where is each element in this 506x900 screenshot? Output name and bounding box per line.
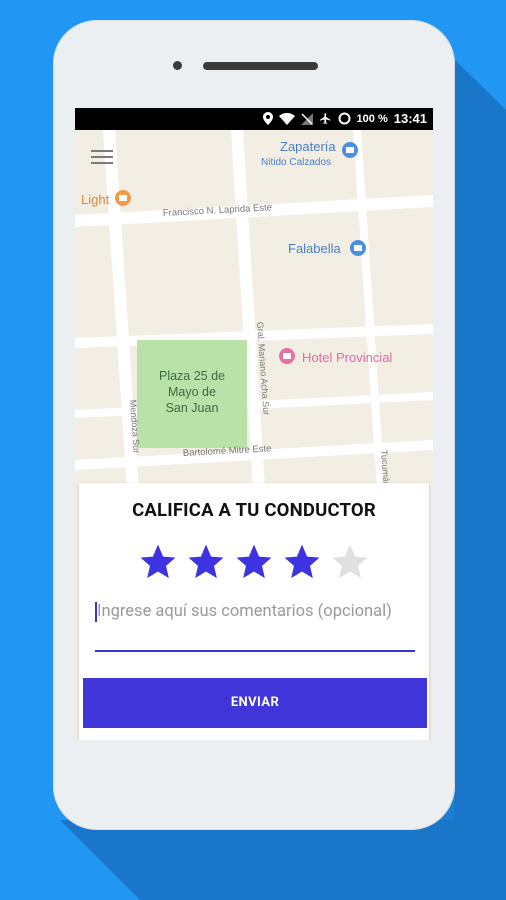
location-icon [262,112,273,125]
comment-placeholder: Ingrese aquí sus comentarios (opcional) [97,602,392,621]
star-4-icon[interactable] [281,541,323,583]
plaza-label-2: Mayo de [168,385,216,399]
poi-zapateria: Zapatería [280,139,336,154]
food-pin-icon [115,190,131,206]
phone-screen: 100 % 13:41 Zapatería Nitido Calzados Li… [75,108,433,740]
rating-card: CALIFICA A TU CONDUCTOR Ingrese aquí sus… [79,483,429,740]
poi-light: Light [81,192,110,207]
menu-icon[interactable] [91,150,113,168]
battery-saver-icon [338,112,351,125]
shopping-pin-icon [350,240,366,256]
poi-hotel: Hotel Provincial [302,350,392,365]
battery-percent: 100 % [356,112,388,125]
map-view[interactable]: Zapatería Nitido Calzados Light Francisc… [75,130,433,490]
star-1-icon[interactable] [137,541,179,583]
plaza-label-1: Plaza 25 de [159,369,225,383]
shoe-store-pin-icon [342,142,358,158]
hotel-pin-icon [279,348,295,364]
wifi-icon [278,112,295,125]
front-camera [173,61,182,70]
no-signal-icon [300,112,313,125]
star-2-icon[interactable] [185,541,227,583]
clock: 13:41 [393,111,427,126]
airplane-icon [319,113,330,124]
star-3-icon[interactable] [233,541,275,583]
status-bar: 100 % 13:41 [75,108,433,130]
plaza-label-3: San Juan [166,401,219,415]
poi-nitido: Nitido Calzados [261,157,331,168]
poi-falabella: Falabella [288,241,342,256]
rating-title: CALIFICA A TU CONDUCTOR [132,499,376,521]
send-button[interactable]: ENVIAR [83,678,427,728]
star-rating[interactable] [137,541,371,583]
star-5-icon[interactable] [329,541,371,583]
speaker-grille [203,62,318,70]
phone-frame: 100 % 13:41 Zapatería Nitido Calzados Li… [53,20,455,830]
comment-input[interactable]: Ingrese aquí sus comentarios (opcional) [95,600,415,652]
